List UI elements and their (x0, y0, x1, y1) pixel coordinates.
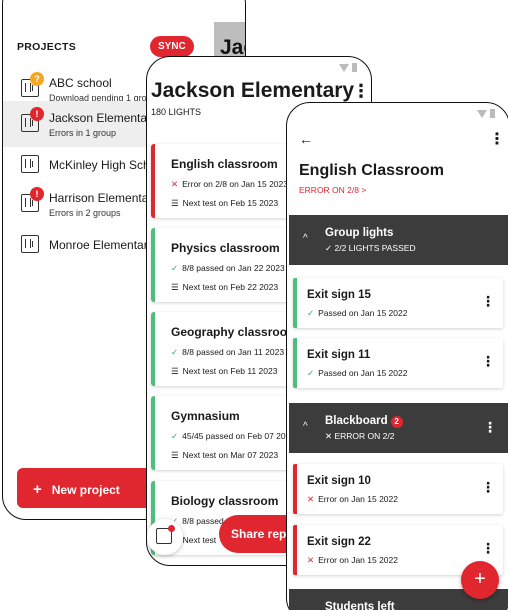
next-test: ☰ Next test on Mar 07 2023 (171, 450, 279, 460)
project-name: Jackson Elementary (49, 111, 158, 125)
error-count-badge: 2 (390, 416, 403, 428)
error-badge-icon: ! (30, 107, 44, 121)
error-indicator (293, 525, 297, 575)
light-status: ✓ Passed on Jan 15 2022 (307, 308, 408, 318)
sync-button[interactable]: SYNC (150, 36, 194, 57)
page-title: Jackson Elementary (151, 79, 355, 102)
check-icon: ✓ (171, 263, 179, 273)
next-test: ☰ Next test on Feb 11 2023 (171, 366, 278, 376)
check-icon: ✓ (307, 308, 315, 318)
chevron-up-icon: ^ (303, 421, 308, 432)
more-options-icon[interactable]: ⋮ (483, 419, 497, 436)
more-options-icon[interactable]: ⋮ (481, 479, 495, 496)
pass-indicator (293, 278, 297, 328)
more-options-icon[interactable]: ⋮ (352, 81, 370, 102)
plus-icon: + (474, 568, 486, 590)
list-icon: ☰ (171, 282, 179, 292)
room-status: ✕ Error on 2/8 on Jan 15 2023 (171, 179, 288, 189)
plus-icon: + (33, 481, 42, 498)
light-card[interactable]: Exit sign 15 ✓ Passed on Jan 15 2022 ⋮ (293, 278, 503, 328)
room-name: English classroom (171, 157, 278, 171)
pass-indicator (151, 396, 155, 470)
check-icon: ✓ (307, 368, 315, 378)
room-name: Geography classroom (171, 325, 298, 339)
next-test: ☰ Next test on Feb 15 2023 (171, 198, 279, 208)
light-card[interactable]: Exit sign 11 ✓ Passed on Jan 15 2022 ⋮ (293, 338, 503, 388)
projects-fab[interactable] (147, 519, 183, 555)
project-name: Harrison Elementary (49, 191, 159, 205)
error-indicator (151, 144, 155, 218)
lights-count: 180 LIGHTS (151, 107, 202, 117)
building-icon (21, 155, 39, 173)
notification-dot (168, 525, 175, 532)
warning-badge-icon: ? (30, 72, 44, 86)
more-options-icon[interactable]: ⋮ (481, 353, 495, 370)
room-name: Physics classroom (171, 241, 280, 255)
next-test: ☰ Next test on Feb 22 2023 (171, 282, 279, 292)
list-icon: ☰ (171, 198, 179, 208)
group-status: ✓ 2/2 LIGHTS PASSED (325, 243, 416, 253)
building-icon (21, 235, 39, 253)
room-screen: ← ⋮ English Classroom ERROR ON 2/8 > ^ G… (286, 102, 508, 610)
room-status: ✓ 8/8 passed on Jan 11 2023 (171, 347, 285, 357)
more-options-icon[interactable]: ⋮ (489, 129, 505, 149)
status-bar (477, 109, 495, 118)
project-status: Errors in 2 groups (49, 208, 121, 218)
list-icon: ☰ (171, 366, 179, 376)
light-status: ✕ Error on Jan 15 2022 (307, 555, 398, 565)
battery-icon (352, 63, 357, 72)
error-indicator (293, 464, 297, 514)
error-x-icon: ✕ (171, 179, 179, 189)
project-status: Errors in 1 group (49, 128, 117, 138)
list-icon: ☰ (171, 450, 179, 460)
error-x-icon: ✕ (307, 494, 315, 504)
status-bar (339, 63, 357, 72)
back-arrow-icon[interactable]: ← (299, 131, 313, 147)
pass-indicator (151, 312, 155, 386)
group-name: Students left (325, 601, 395, 610)
light-name: Exit sign 15 (307, 289, 371, 301)
add-button[interactable]: + (461, 561, 499, 599)
battery-icon (490, 109, 495, 118)
room-name: Gymnasium (171, 409, 240, 423)
error-badge-icon: ! (30, 187, 44, 201)
pass-indicator (293, 338, 297, 388)
signal-icon (339, 63, 349, 72)
check-icon: ✓ (171, 347, 179, 357)
light-name: Exit sign 10 (307, 475, 371, 487)
chevron-up-icon: ^ (303, 233, 308, 244)
group-name: Group lights (325, 227, 394, 239)
project-name: Monroe Elementary (49, 238, 154, 252)
light-status: ✓ Passed on Jan 15 2022 (307, 368, 408, 378)
room-status: ✓ 45/45 passed on Feb 07 2023 (171, 431, 296, 441)
group-status: ✕ ERROR ON 2/2 (325, 431, 395, 441)
light-card[interactable]: Exit sign 10 ✕ Error on Jan 15 2022 ⋮ (293, 464, 503, 514)
more-options-icon[interactable]: ⋮ (481, 293, 495, 310)
error-x-icon: ✕ (307, 555, 315, 565)
group-header[interactable]: ^ Group lights ✓ 2/2 LIGHTS PASSED (289, 215, 508, 265)
check-icon: ✓ (171, 431, 179, 441)
pass-indicator (151, 228, 155, 302)
signal-icon (477, 109, 487, 118)
room-name: Biology classroom (171, 494, 279, 508)
group-name: Blackboard 2 (325, 415, 403, 428)
page-title: English Classroom (299, 162, 444, 179)
project-name: ABC school (49, 76, 112, 90)
group-header[interactable]: ^ Blackboard 2 ✕ ERROR ON 2/2 ⋮ (289, 403, 508, 453)
room-status: ✓ 8/8 passed on Jan 22 2023 (171, 263, 285, 273)
page-title: PROJECTS (17, 41, 76, 53)
new-project-label: New project (51, 483, 120, 497)
light-name: Exit sign 22 (307, 536, 371, 548)
more-options-icon[interactable]: ⋮ (481, 540, 495, 557)
error-link[interactable]: ERROR ON 2/8 > (299, 185, 366, 195)
light-name: Exit sign 11 (307, 349, 371, 361)
light-status: ✕ Error on Jan 15 2022 (307, 494, 398, 504)
